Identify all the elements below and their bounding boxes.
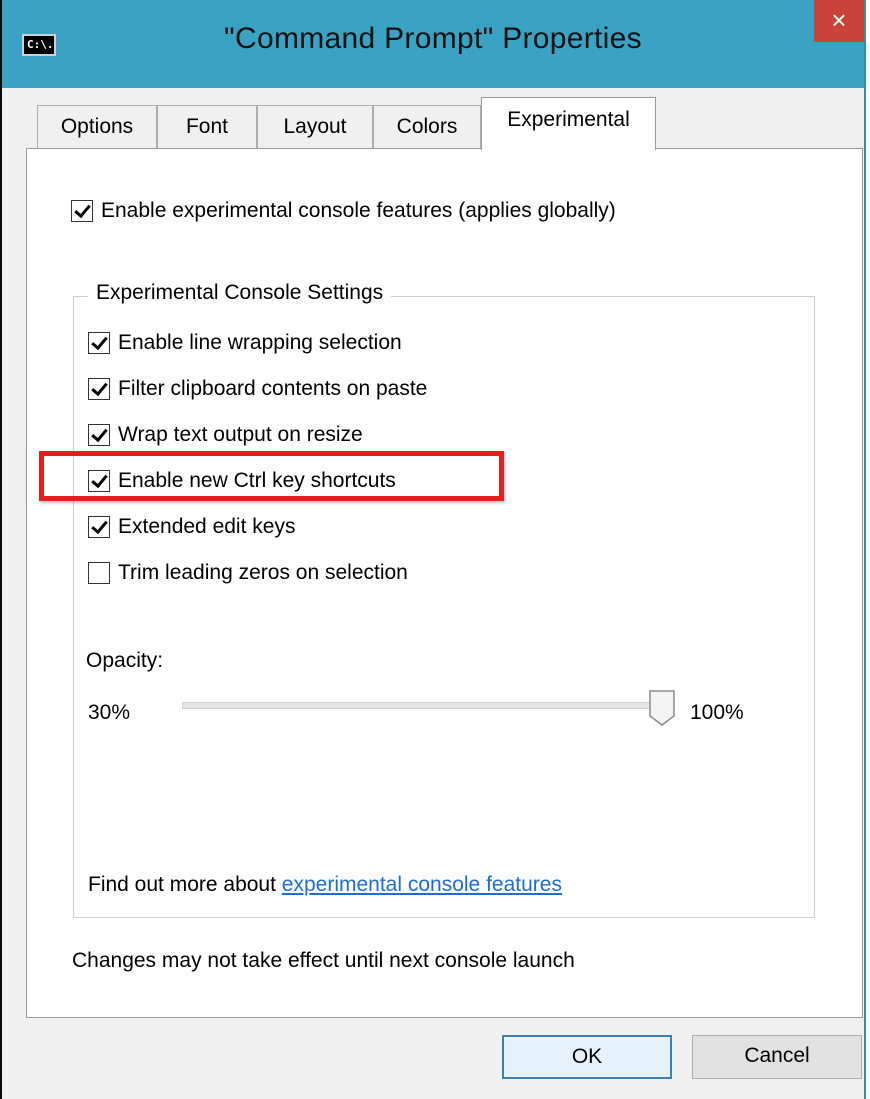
highlight-annotation [39, 451, 504, 501]
group-title: Experimental Console Settings [88, 281, 392, 305]
checkbox-box[interactable] [88, 562, 110, 584]
enable-experimental-checkbox[interactable]: Enable experimental console features (ap… [71, 197, 616, 225]
opacity-slider-track[interactable] [182, 702, 662, 709]
enable-experimental-label: Enable experimental console features (ap… [101, 199, 616, 222]
line-wrapping-checkbox[interactable]: Enable line wrapping selection [88, 329, 402, 357]
close-button[interactable]: × [814, 0, 864, 42]
checkbox-box[interactable] [88, 332, 110, 354]
checkbox-box[interactable] [71, 200, 93, 222]
trim-zeros-checkbox[interactable]: Trim leading zeros on selection [88, 559, 408, 587]
learn-more-prefix: Find out more about [88, 873, 276, 896]
option-label: Wrap text output on resize [118, 423, 363, 446]
properties-dialog: C:\. "Command Prompt" Properties × Optio… [0, 0, 866, 1099]
title-bar[interactable]: C:\. "Command Prompt" Properties × [2, 0, 864, 88]
option-label: Trim leading zeros on selection [118, 561, 408, 584]
experimental-settings-group: Experimental Console Settings Enable lin… [73, 281, 815, 918]
cancel-button[interactable]: Cancel [692, 1035, 862, 1079]
tab-colors[interactable]: Colors [373, 105, 481, 148]
opacity-label: Opacity: [86, 649, 164, 672]
experimental-features-link[interactable]: experimental console features [282, 873, 562, 896]
opacity-slider-thumb[interactable] [649, 690, 675, 726]
tab-options[interactable]: Options [37, 105, 157, 148]
opacity-min-label: 30% [88, 701, 131, 724]
footnote-text: Changes may not take effect until next c… [72, 949, 575, 972]
checkbox-box[interactable] [88, 516, 110, 538]
extended-edit-keys-checkbox[interactable]: Extended edit keys [88, 513, 295, 541]
ok-button[interactable]: OK [502, 1035, 672, 1079]
option-label: Enable line wrapping selection [118, 331, 402, 354]
tab-font[interactable]: Font [157, 105, 257, 148]
experimental-panel: Enable experimental console features (ap… [26, 148, 863, 1018]
option-label: Extended edit keys [118, 515, 296, 538]
checkbox-box[interactable] [88, 424, 110, 446]
learn-more-row: Find out more about experimental console… [88, 873, 562, 897]
window-title: "Command Prompt" Properties [224, 22, 642, 55]
tab-layout[interactable]: Layout [257, 105, 373, 148]
filter-clipboard-checkbox[interactable]: Filter clipboard contents on paste [88, 375, 427, 403]
opacity-max-label: 100% [690, 701, 744, 724]
option-label: Filter clipboard contents on paste [118, 377, 428, 400]
wrap-text-checkbox[interactable]: Wrap text output on resize [88, 421, 363, 449]
tab-experimental[interactable]: Experimental [481, 97, 656, 150]
checkbox-box[interactable] [88, 378, 110, 400]
